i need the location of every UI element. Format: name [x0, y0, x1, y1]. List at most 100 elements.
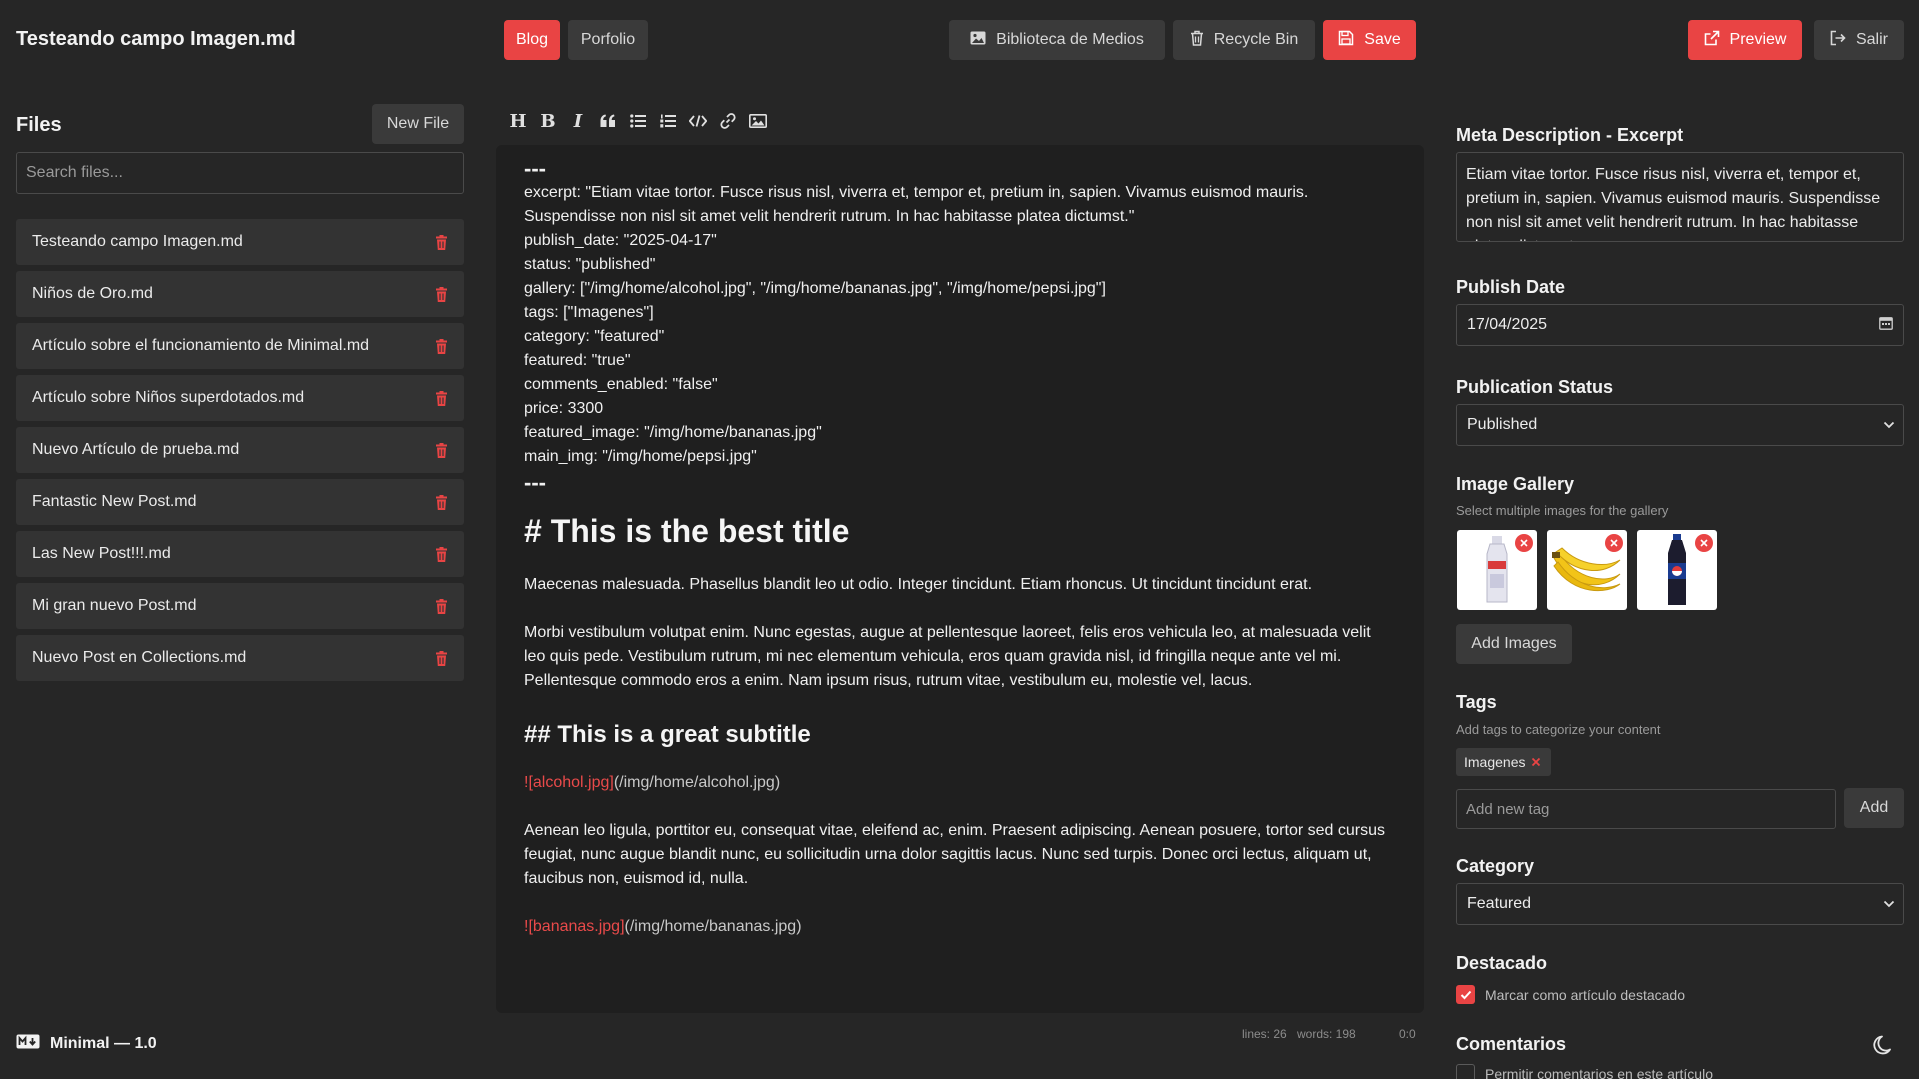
recycle-bin-button[interactable]: Recycle Bin: [1173, 20, 1315, 60]
file-item[interactable]: Artículo sobre el funcionamiento de Mini…: [16, 323, 464, 369]
featured-checkbox-row[interactable]: Marcar como artículo destacado: [1456, 985, 1685, 1004]
delete-file-icon[interactable]: [435, 546, 448, 562]
file-name: Niños de Oro.md: [32, 285, 153, 302]
italic-icon[interactable]: I: [568, 110, 588, 132]
external-link-icon: [1704, 30, 1720, 51]
frontmatter-line: main_img: "/img/home/pepsi.jpg": [524, 448, 757, 465]
heading-icon[interactable]: H: [508, 110, 528, 132]
tag-chip: Imagenes: [1456, 748, 1552, 776]
remove-tag-icon[interactable]: [1531, 754, 1541, 770]
frontmatter-line: price: 3300: [524, 400, 604, 417]
comments-label: Comentarios: [1456, 1034, 1567, 1054]
pepsi-bottle-image: [1668, 534, 1686, 605]
save-button[interactable]: Save: [1323, 20, 1416, 60]
new-file-label: New File: [386, 115, 450, 132]
comments-checkbox[interactable]: [1456, 1064, 1475, 1079]
quote-icon[interactable]: [598, 110, 618, 132]
link-icon[interactable]: [718, 110, 738, 132]
delete-file-icon[interactable]: [435, 338, 448, 354]
preview-label: Preview: [1729, 31, 1787, 48]
image-gallery: [1457, 530, 1717, 610]
add-tag-button[interactable]: Add: [1844, 788, 1904, 828]
delete-file-icon[interactable]: [435, 650, 448, 666]
file-item[interactable]: Niños de Oro.md: [16, 271, 464, 317]
preview-button[interactable]: Preview: [1688, 20, 1802, 60]
gallery-thumbnail-alcohol[interactable]: [1457, 530, 1537, 610]
editor-word-count: words: 198: [1297, 1027, 1356, 1041]
frontmatter-line: publish_date: "2025-04-17": [524, 232, 717, 249]
search-input[interactable]: [16, 152, 464, 194]
delete-file-icon[interactable]: [435, 494, 448, 510]
delete-file-icon[interactable]: [435, 286, 448, 302]
markdown-toolbar: H B I: [508, 108, 768, 134]
collection-tab-porfolio[interactable]: Porfolio: [568, 20, 648, 60]
publish-date-field[interactable]: 17/04/2025: [1456, 304, 1904, 346]
trash-icon: [1190, 30, 1204, 51]
gallery-thumbnail-pepsi[interactable]: [1637, 530, 1717, 610]
editor-paragraph: Aenean leo ligula, porttitor eu, consequ…: [524, 822, 1390, 887]
code-icon[interactable]: [688, 110, 708, 132]
status-selected-value: Published: [1467, 416, 1538, 433]
delete-file-icon[interactable]: [435, 234, 448, 250]
add-images-button[interactable]: Add Images: [1456, 624, 1572, 664]
file-name: Nuevo Artículo de prueba.md: [32, 441, 240, 458]
file-list: Testeando campo Imagen.md Niños de Oro.m…: [16, 219, 464, 687]
delete-file-icon[interactable]: [435, 598, 448, 614]
frontmatter-line: comments_enabled: "false": [524, 376, 718, 393]
status-select[interactable]: Published: [1456, 404, 1904, 446]
featured-checkbox[interactable]: [1456, 985, 1475, 1004]
new-file-button[interactable]: New File: [372, 104, 464, 144]
image-icon[interactable]: [748, 110, 768, 132]
recycle-bin-label: Recycle Bin: [1213, 31, 1299, 48]
frontmatter-line: featured: "true": [524, 352, 631, 369]
add-images-label: Add Images: [1471, 635, 1557, 652]
category-select[interactable]: Featured: [1456, 883, 1904, 925]
remove-image-icon[interactable]: [1515, 534, 1533, 552]
comments-checkbox-row[interactable]: Permitir comentarios en este artículo: [1456, 1064, 1713, 1079]
ordered-list-icon[interactable]: [658, 110, 678, 132]
media-library-label: Biblioteca de Medios: [996, 31, 1144, 48]
exit-button[interactable]: Salir: [1814, 20, 1904, 60]
moon-icon[interactable]: [1873, 1034, 1895, 1061]
media-library-button[interactable]: Biblioteca de Medios: [949, 20, 1165, 60]
editor-line-count: lines: 26: [1242, 1027, 1287, 1041]
markdown-editor[interactable]: --- excerpt: "Etiam vitae tortor. Fusce …: [496, 145, 1424, 1013]
editor-image-link: ![bananas.jpg](/img/home/bananas.jpg): [524, 915, 1396, 939]
file-item[interactable]: Artículo sobre Niños superdotados.md: [16, 375, 464, 421]
gallery-thumbnail-bananas[interactable]: [1547, 530, 1627, 610]
file-item[interactable]: Testeando campo Imagen.md: [16, 219, 464, 265]
calendar-icon[interactable]: [1879, 316, 1893, 335]
collection-tab-blog[interactable]: Blog: [504, 20, 560, 60]
frontmatter-open: ---: [524, 156, 546, 181]
image-link-url: (/img/home/bananas.jpg): [624, 918, 802, 935]
image-link-alt: ![bananas.jpg]: [524, 918, 625, 935]
file-name: Artículo sobre Niños superdotados.md: [32, 389, 305, 406]
file-name: Las New Post!!!.md: [32, 545, 171, 562]
new-tag-input[interactable]: [1456, 789, 1836, 829]
editor-cursor-position: 0:0: [1399, 1027, 1416, 1041]
file-item[interactable]: Fantastic New Post.md: [16, 479, 464, 525]
file-name: Mi gran nuevo Post.md: [32, 597, 197, 614]
frontmatter-line: featured_image: "/img/home/bananas.jpg": [524, 424, 822, 441]
file-item[interactable]: Nuevo Post en Collections.md: [16, 635, 464, 681]
file-item[interactable]: Mi gran nuevo Post.md: [16, 583, 464, 629]
bold-icon[interactable]: B: [538, 110, 558, 132]
file-item[interactable]: Nuevo Artículo de prueba.md: [16, 427, 464, 473]
unordered-list-icon[interactable]: [628, 110, 648, 132]
image-link-url: (/img/home/alcohol.jpg): [613, 774, 781, 791]
delete-file-icon[interactable]: [435, 390, 448, 406]
status-label: Publication Status: [1456, 377, 1614, 397]
editor-paragraph: Maecenas malesuada. Phasellus blandit le…: [524, 576, 1313, 593]
markdown-icon: [16, 1034, 40, 1054]
frontmatter-line: tags: ["Imagenes"]: [524, 304, 654, 321]
featured-checkbox-label: Marcar como artículo destacado: [1485, 986, 1685, 1003]
excerpt-textarea[interactable]: Etiam vitae tortor. Fusce risus nisl, vi…: [1456, 152, 1904, 242]
app-title: Testeando campo Imagen.md: [16, 28, 296, 50]
remove-image-icon[interactable]: [1605, 534, 1623, 552]
alcohol-bottle-image: [1486, 536, 1508, 603]
remove-image-icon[interactable]: [1695, 534, 1713, 552]
delete-file-icon[interactable]: [435, 442, 448, 458]
excerpt-label: Meta Description - Excerpt: [1456, 125, 1684, 145]
file-name: Nuevo Post en Collections.md: [32, 649, 247, 666]
file-item[interactable]: Las New Post!!!.md: [16, 531, 464, 577]
